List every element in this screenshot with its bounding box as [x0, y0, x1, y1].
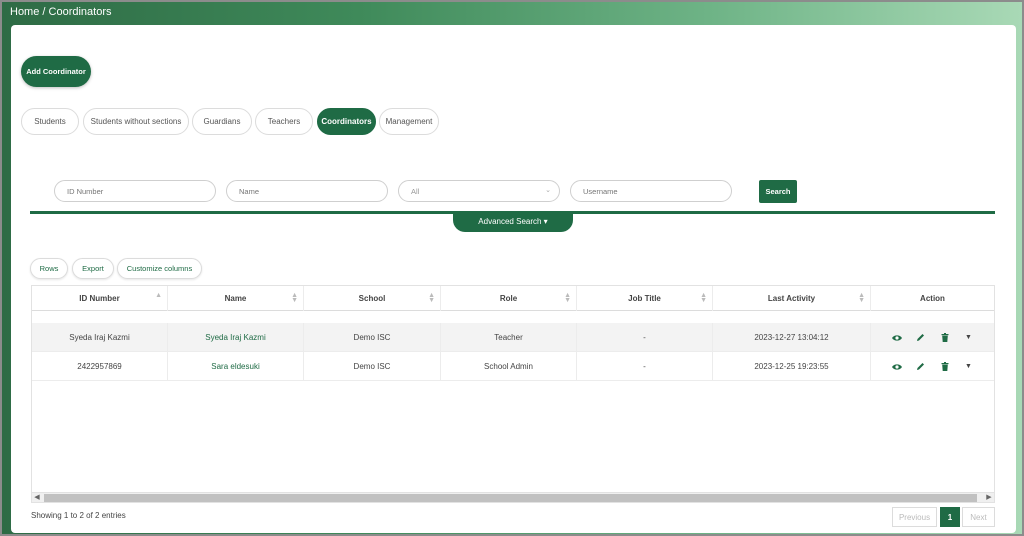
- main-card: Add Coordinator Students Students withou…: [11, 25, 1016, 533]
- add-coordinator-button[interactable]: Add Coordinator: [21, 56, 91, 87]
- role-select[interactable]: All ⌄: [398, 180, 560, 202]
- tab-students[interactable]: Students: [21, 108, 79, 135]
- advanced-search-toggle[interactable]: Advanced Search ▾: [453, 211, 573, 232]
- export-button[interactable]: Export: [72, 258, 114, 279]
- sort-icon: ▲ ▼: [428, 292, 435, 304]
- table-header: ID Number ▲ Name ▲ ▼ School ▲ ▼ Role ▲ ▼ Jo…: [32, 286, 994, 311]
- caret-down-icon[interactable]: ▼: [964, 333, 974, 343]
- scrollbar-thumb[interactable]: [44, 494, 977, 502]
- role-select-value: All: [411, 186, 420, 196]
- cell-name-link[interactable]: Syeda Iraj Kazmi: [168, 323, 304, 352]
- id-number-field[interactable]: [54, 180, 216, 202]
- cell-actions: ▼: [871, 323, 994, 352]
- cell-id-number: 2422957869: [32, 352, 168, 381]
- column-header-id-number[interactable]: ID Number ▲: [32, 286, 168, 311]
- cell-last-activity: 2023-12-25 19:23:55: [713, 352, 871, 381]
- cell-role: School Admin: [441, 352, 577, 381]
- cell-school: Demo ISC: [304, 323, 441, 352]
- pencil-icon[interactable]: [916, 362, 926, 372]
- tab-teachers[interactable]: Teachers: [255, 108, 313, 135]
- id-number-input[interactable]: [67, 186, 215, 196]
- scroll-right-icon[interactable]: ▶: [984, 493, 994, 503]
- rows-button[interactable]: Rows: [30, 258, 68, 279]
- customize-columns-button[interactable]: Customize columns: [117, 258, 202, 279]
- scroll-left-icon[interactable]: ◀: [32, 493, 42, 503]
- app-window: Home / Coordinators Add Coordinator Stud…: [2, 2, 1022, 534]
- eye-icon[interactable]: [891, 333, 902, 343]
- sort-icon: ▲ ▼: [700, 292, 707, 304]
- horizontal-scrollbar[interactable]: ◀ ▶: [32, 492, 994, 502]
- column-header-name[interactable]: Name ▲ ▼: [168, 286, 304, 311]
- entries-info: Showing 1 to 2 of 2 entries: [31, 511, 126, 520]
- cell-role: Teacher: [441, 323, 577, 352]
- sort-icon: ▲ ▼: [291, 292, 298, 304]
- previous-page-button[interactable]: Previous: [892, 507, 937, 527]
- breadcrumb: Home / Coordinators: [10, 6, 112, 18]
- tab-guardians[interactable]: Guardians: [192, 108, 252, 135]
- cell-last-activity: 2023-12-27 13:04:12: [713, 323, 871, 352]
- trash-icon[interactable]: [940, 362, 950, 372]
- page-1-button[interactable]: 1: [940, 507, 960, 527]
- caret-down-icon[interactable]: ▼: [964, 362, 974, 372]
- table-row: Syeda Iraj Kazmi Syeda Iraj Kazmi Demo I…: [32, 323, 994, 352]
- name-input[interactable]: [239, 186, 387, 196]
- sort-icon: ▲ ▼: [564, 292, 571, 304]
- cell-job-title: -: [577, 352, 713, 381]
- username-field[interactable]: [570, 180, 732, 202]
- sort-asc-icon: ▲: [155, 292, 162, 299]
- trash-icon[interactable]: [940, 333, 950, 343]
- eye-icon[interactable]: [891, 362, 902, 372]
- tab-students-without-sections[interactable]: Students without sections: [83, 108, 189, 135]
- cell-name-link[interactable]: Sara eldesuki: [168, 352, 304, 381]
- column-header-last-activity[interactable]: Last Activity ▲ ▼: [713, 286, 871, 311]
- tab-coordinators[interactable]: Coordinators: [317, 108, 376, 135]
- search-button[interactable]: Search: [759, 180, 797, 203]
- cell-actions: ▼: [871, 352, 994, 381]
- tab-management[interactable]: Management: [379, 108, 439, 135]
- cell-school: Demo ISC: [304, 352, 441, 381]
- name-field[interactable]: [226, 180, 388, 202]
- cell-id-number: Syeda Iraj Kazmi: [32, 323, 168, 352]
- column-header-role[interactable]: Role ▲ ▼: [441, 286, 577, 311]
- sort-icon: ▲ ▼: [858, 292, 865, 304]
- cell-job-title: -: [577, 323, 713, 352]
- chevron-down-icon: ⌄: [545, 187, 551, 194]
- column-header-action: Action: [920, 294, 945, 303]
- column-header-school[interactable]: School ▲ ▼: [304, 286, 441, 311]
- column-header-job-title[interactable]: Job Title ▲ ▼: [577, 286, 713, 311]
- table-row: 2422957869 Sara eldesuki Demo ISC School…: [32, 352, 994, 381]
- coordinators-table: ID Number ▲ Name ▲ ▼ School ▲ ▼ Role ▲ ▼ Jo…: [31, 285, 995, 503]
- username-input[interactable]: [583, 186, 731, 196]
- next-page-button[interactable]: Next: [962, 507, 995, 527]
- pencil-icon[interactable]: [916, 333, 926, 343]
